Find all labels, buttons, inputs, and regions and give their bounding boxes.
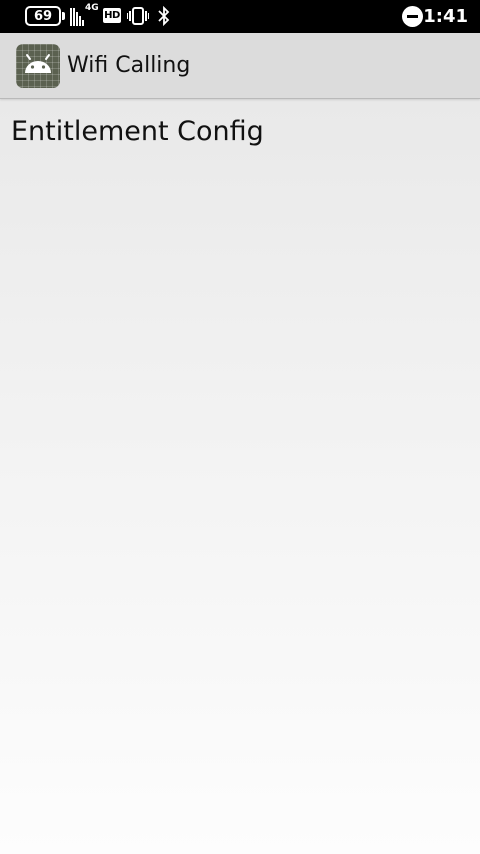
hd-icon: HD [103, 8, 121, 23]
do-not-disturb-icon [402, 6, 423, 27]
app-bar: Wifi Calling [0, 33, 480, 99]
status-time: 1:41 [423, 6, 468, 27]
network-type-label: 4G [85, 3, 99, 13]
bluetooth-icon [158, 6, 170, 27]
app-title: Wifi Calling [67, 53, 191, 78]
page-heading: Entitlement Config [11, 116, 264, 147]
signal-icon [70, 8, 84, 26]
status-bar: 69 4G HD 1:41 [0, 0, 480, 33]
battery-tip [62, 12, 65, 20]
battery-level: 69 [33, 8, 53, 24]
vibrate-icon [127, 7, 149, 25]
battery-icon: 69 [25, 6, 61, 26]
android-icon [16, 44, 60, 88]
hd-label: HD [104, 10, 120, 21]
